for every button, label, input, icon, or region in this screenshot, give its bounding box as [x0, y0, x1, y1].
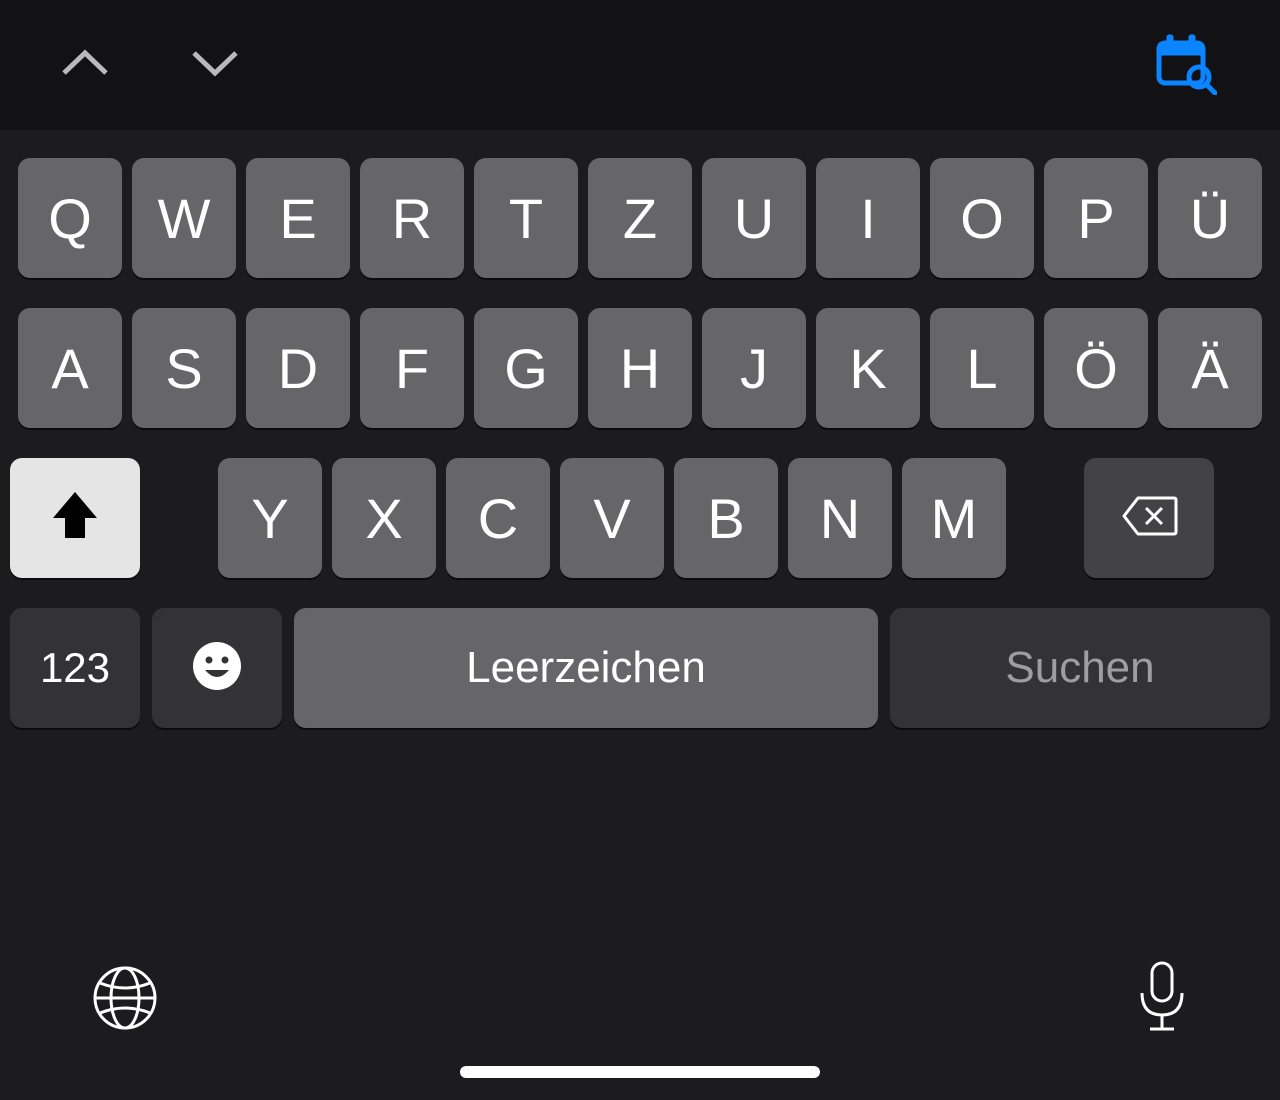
key-b[interactable]: B — [674, 458, 778, 578]
home-indicator[interactable] — [460, 1066, 820, 1078]
globe-icon — [90, 1020, 160, 1037]
previous-button[interactable] — [60, 40, 110, 90]
next-button[interactable] — [190, 40, 240, 90]
key-ae[interactable]: Ä — [1158, 308, 1262, 428]
key-z[interactable]: Z — [588, 158, 692, 278]
key-i[interactable]: I — [816, 158, 920, 278]
key-f[interactable]: F — [360, 308, 464, 428]
key-a[interactable]: A — [18, 308, 122, 428]
emoji-icon — [191, 640, 243, 697]
delete-icon — [1120, 494, 1178, 543]
key-r[interactable]: R — [360, 158, 464, 278]
key-q[interactable]: Q — [18, 158, 122, 278]
chevron-down-icon — [190, 47, 240, 84]
key-j[interactable]: J — [702, 308, 806, 428]
numbers-key[interactable]: 123 — [10, 608, 140, 728]
numbers-label: 123 — [40, 644, 110, 692]
key-o[interactable]: O — [930, 158, 1034, 278]
shift-icon — [51, 490, 99, 547]
keyboard-row-3: Y X C V B N M — [10, 458, 1270, 578]
key-l[interactable]: L — [930, 308, 1034, 428]
calendar-search-button[interactable] — [1150, 30, 1220, 100]
key-d[interactable]: D — [246, 308, 350, 428]
key-k[interactable]: K — [816, 308, 920, 428]
keyboard-row-4: 123 Leerzeichen Suchen — [10, 608, 1270, 728]
key-c[interactable]: C — [446, 458, 550, 578]
key-x[interactable]: X — [332, 458, 436, 578]
keyboard-bottom-bar — [0, 900, 1280, 1100]
key-v[interactable]: V — [560, 458, 664, 578]
space-key[interactable]: Leerzeichen — [294, 608, 878, 728]
key-m[interactable]: M — [902, 458, 1006, 578]
key-y[interactable]: Y — [218, 458, 322, 578]
space-label: Leerzeichen — [466, 643, 706, 693]
key-ue[interactable]: Ü — [1158, 158, 1262, 278]
key-w[interactable]: W — [132, 158, 236, 278]
key-p[interactable]: P — [1044, 158, 1148, 278]
keyboard-row-1: Q W E R T Z U I O P Ü — [10, 158, 1270, 278]
chevron-up-icon — [60, 47, 110, 84]
search-action-key[interactable]: Suchen — [890, 608, 1270, 728]
key-t[interactable]: T — [474, 158, 578, 278]
key-oe[interactable]: Ö — [1044, 308, 1148, 428]
action-label: Suchen — [1005, 643, 1154, 693]
key-h[interactable]: H — [588, 308, 692, 428]
dictation-button[interactable] — [1134, 959, 1190, 1042]
backspace-key[interactable] — [1084, 458, 1214, 578]
keyboard: Q W E R T Z U I O P Ü A S D F G H J K L … — [0, 130, 1280, 1100]
key-n[interactable]: N — [788, 458, 892, 578]
input-accessory-toolbar — [0, 0, 1280, 130]
shift-key[interactable] — [10, 458, 140, 578]
key-g[interactable]: G — [474, 308, 578, 428]
emoji-key[interactable] — [152, 608, 282, 728]
calendar-search-icon — [1153, 31, 1217, 100]
key-s[interactable]: S — [132, 308, 236, 428]
globe-button[interactable] — [90, 963, 160, 1038]
key-e[interactable]: E — [246, 158, 350, 278]
microphone-icon — [1134, 1024, 1190, 1041]
keyboard-row-2: A S D F G H J K L Ö Ä — [10, 308, 1270, 428]
key-u[interactable]: U — [702, 158, 806, 278]
